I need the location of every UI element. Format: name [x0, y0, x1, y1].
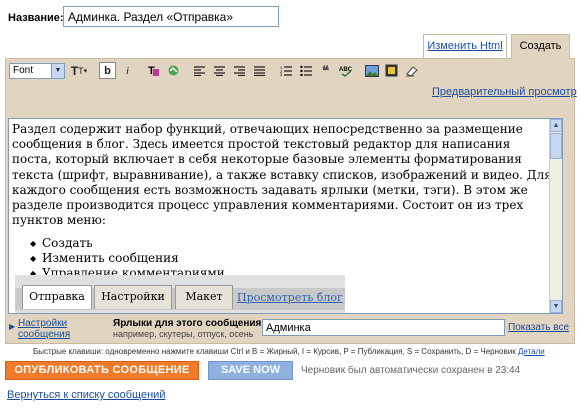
- hotkeys-text: Быстрые клавиши: одновременно нажмите кл…: [33, 347, 516, 356]
- autosave-status: Черновик был автоматически сохранен в 23…: [301, 365, 521, 376]
- embedded-tab-posting: Отправка: [22, 285, 92, 309]
- blockquote-icon[interactable]: ❝: [317, 62, 334, 79]
- back-to-posts-link[interactable]: Вернуться к списку сообщений: [7, 389, 165, 401]
- align-left-icon[interactable]: [191, 62, 208, 79]
- triangle-right-icon[interactable]: ▶: [9, 322, 15, 331]
- publish-button[interactable]: ОПУБЛИКОВАТЬ СООБЩЕНИЕ: [5, 361, 199, 380]
- scroll-up-icon[interactable]: ▲: [550, 119, 562, 132]
- align-right-icon[interactable]: [231, 62, 248, 79]
- preview-link[interactable]: Предварительный просмотр: [432, 86, 577, 98]
- list-item: Создать: [30, 236, 552, 251]
- bullet-list-icon[interactable]: [297, 62, 314, 79]
- text-color-icon[interactable]: T: [145, 62, 162, 79]
- font-select[interactable]: Font ▼: [9, 62, 65, 79]
- scroll-thumb[interactable]: [550, 133, 562, 159]
- scroll-down-icon[interactable]: ▼: [550, 300, 562, 313]
- editor-content[interactable]: Раздел содержит набор функций, отвечающи…: [8, 118, 563, 314]
- svg-text:3: 3: [280, 72, 283, 76]
- labels-input[interactable]: [262, 319, 505, 336]
- eraser-icon[interactable]: [403, 62, 420, 79]
- tab-create[interactable]: Создать: [511, 34, 570, 59]
- title-label: Название:: [8, 12, 64, 24]
- hotkeys-details-link[interactable]: Детали: [518, 347, 545, 356]
- image-icon[interactable]: [363, 62, 380, 79]
- labels-example: например, скутеры, отпуск, осень: [113, 329, 254, 339]
- font-size-icon[interactable]: T T ▾: [68, 62, 90, 79]
- tab-edit-html[interactable]: Изменить Html: [423, 34, 507, 58]
- spellcheck-icon[interactable]: ABC: [337, 62, 354, 79]
- video-icon[interactable]: [383, 62, 400, 79]
- embedded-tab-settings: Настройки: [94, 285, 172, 309]
- list-item: Изменить сообщения: [30, 251, 552, 266]
- post-settings-link[interactable]: Настройки сообщения: [18, 318, 78, 340]
- content-scrollbar[interactable]: ▲ ▼: [549, 119, 562, 313]
- justify-icon[interactable]: [251, 62, 268, 79]
- embedded-screenshot: Отправка Настройки Макет Просмотреть бло…: [15, 275, 345, 313]
- embedded-tab-layout: Макет: [175, 285, 233, 309]
- align-center-icon[interactable]: [211, 62, 228, 79]
- post-paragraph: Раздел содержит набор функций, отвечающи…: [12, 122, 552, 228]
- post-title-input[interactable]: [63, 6, 279, 27]
- post-body[interactable]: Раздел содержит набор функций, отвечающи…: [12, 122, 552, 313]
- show-all-link[interactable]: Показать все: [508, 322, 569, 333]
- save-now-button[interactable]: SAVE NOW: [208, 361, 293, 380]
- editor-toolbar: Font ▼ T T ▾ b i T 123 ❝ ABC: [9, 62, 420, 79]
- font-select-value: Font: [13, 64, 34, 76]
- embedded-view-blog-link: Просмотреть блог: [237, 291, 343, 304]
- highlight-icon[interactable]: [165, 62, 182, 79]
- bold-icon[interactable]: b: [99, 62, 116, 79]
- labels-title: Ярлыки для этого сообщения:: [113, 318, 265, 329]
- chevron-down-icon: ▼: [51, 63, 64, 78]
- numbered-list-icon[interactable]: 123: [277, 62, 294, 79]
- hotkeys-hint: Быстрые клавиши: одновременно нажмите кл…: [33, 347, 545, 356]
- italic-icon[interactable]: i: [119, 62, 136, 79]
